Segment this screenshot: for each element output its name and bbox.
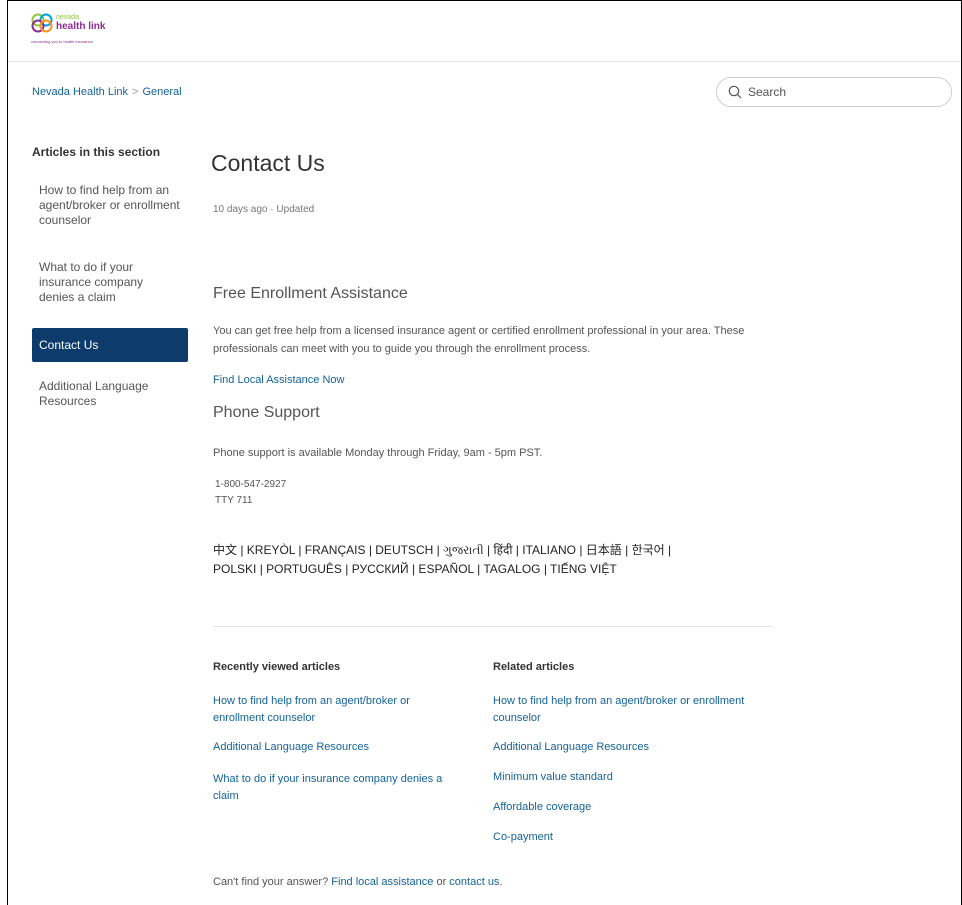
footer-contact-link[interactable]: contact us (449, 876, 499, 888)
phone-details: 1-800-547-2927 TTY 711 (215, 477, 286, 509)
tty-number: TTY 711 (215, 495, 253, 506)
related-articles-title: Related articles (493, 661, 575, 673)
footer-middle: or (436, 876, 447, 888)
phone-heading: Phone Support (213, 404, 320, 421)
related-article-link[interactable]: Minimum value standard (493, 769, 613, 786)
logo-tagline: connecting you to health insurance (31, 39, 93, 44)
footer-suffix: . (499, 876, 503, 888)
enrollment-heading: Free Enrollment Assistance (213, 285, 408, 302)
breadcrumb: Nevada Health Link > General (32, 86, 182, 98)
recent-article-link[interactable]: What to do if your insurance company den… (213, 771, 471, 805)
search-box[interactable] (716, 77, 952, 107)
footer-prefix: Can't find your answer? (213, 876, 329, 888)
footer-find-assistance-link[interactable]: Find local assistance (331, 876, 433, 888)
nevada-health-link-logo[interactable]: nevada health link connecting you to hea… (31, 12, 131, 48)
sidebar-item-language-resources[interactable]: Additional Language Resources (32, 379, 188, 409)
sidebar-item-claim-denied[interactable]: What to do if your insurance company den… (32, 260, 188, 305)
sidebar-item-contact-us[interactable]: Contact Us (32, 328, 188, 362)
page-title: Contact Us (211, 150, 325, 176)
logo-main-text: health link (56, 21, 106, 32)
related-article-link[interactable]: Additional Language Resources (493, 739, 649, 756)
search-icon (728, 85, 742, 99)
breadcrumb-home[interactable]: Nevada Health Link (32, 86, 128, 98)
article-timestamp: 10 days ago (213, 204, 268, 215)
phone-body: Phone support is available Monday throug… (213, 447, 543, 459)
recent-article-link[interactable]: How to find help from an agent/broker or… (213, 693, 458, 727)
related-article-link[interactable]: How to find help from an agent/broker or… (493, 693, 778, 727)
footer-help-text: Can't find your answer? Find local assis… (213, 876, 503, 888)
sidebar-item-find-help[interactable]: How to find help from an agent/broker or… (32, 183, 188, 228)
sidebar-title: Articles in this section (32, 145, 161, 159)
article-meta: 10 days ago · Updated (213, 204, 314, 215)
related-article-link[interactable]: Affordable coverage (493, 799, 591, 816)
search-input[interactable] (748, 83, 938, 101)
window-frame-left (7, 0, 8, 905)
meta-dot: · (270, 204, 274, 215)
breadcrumb-general[interactable]: General (142, 86, 181, 98)
find-local-assistance-link[interactable]: Find Local Assistance Now (213, 374, 344, 386)
article-status: Updated (276, 204, 315, 215)
enrollment-body: You can get free help from a licensed in… (213, 325, 745, 355)
section-divider (213, 626, 773, 627)
find-assistance-paragraph: Find Local Assistance Now (213, 371, 773, 389)
logo-knot-icon (31, 13, 53, 33)
language-list: 中文 | KREYÒL | FRANÇAIS | DEUTSCH | ગુજરા… (213, 543, 672, 576)
breadcrumb-separator: > (132, 86, 139, 98)
phone-number: 1-800-547-2927 (215, 479, 287, 490)
recent-article-link[interactable]: Additional Language Resources (213, 739, 369, 756)
recently-viewed-title: Recently viewed articles (213, 661, 341, 673)
related-article-link[interactable]: Co-payment (493, 829, 553, 846)
site-header: nevada health link connecting you to hea… (8, 1, 961, 62)
